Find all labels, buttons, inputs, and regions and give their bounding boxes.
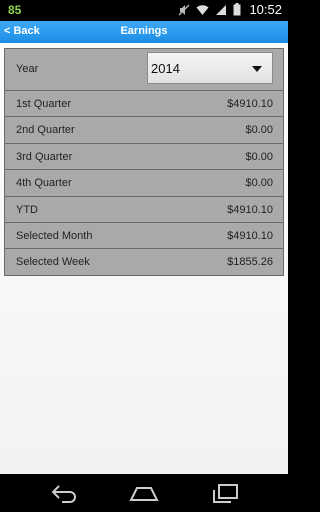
- earnings-content: Year 2014 1st Quarter $4910.10 2nd Quart…: [0, 43, 288, 474]
- row-label: YTD: [16, 203, 38, 216]
- row-value: $0.00: [245, 177, 273, 190]
- row-value: $4910.10: [227, 98, 273, 110]
- mute-icon: [178, 4, 190, 16]
- recents-icon[interactable]: [210, 483, 240, 508]
- year-row: Year 2014: [5, 49, 283, 91]
- row-label: 3rd Quarter: [16, 150, 73, 163]
- action-bar: < Back Earnings: [0, 21, 288, 43]
- earnings-table: Year 2014 1st Quarter $4910.10 2nd Quart…: [4, 48, 284, 276]
- row-value: $4910.10: [227, 203, 273, 216]
- status-bar: 85 10:52: [0, 0, 288, 21]
- signal-icon: [215, 4, 227, 16]
- year-label: Year: [16, 63, 39, 75]
- row-value: $4910.10: [227, 229, 273, 242]
- row-label: Selected Week: [16, 256, 90, 269]
- year-dropdown-value: 2014: [151, 61, 180, 76]
- table-row: YTD $4910.10: [5, 196, 283, 223]
- navigation-bar: [0, 474, 288, 512]
- table-row: 1st Quarter $4910.10: [5, 91, 283, 118]
- clock: 10:52: [249, 2, 282, 17]
- home-icon[interactable]: [128, 483, 160, 508]
- table-row: 2nd Quarter $0.00: [5, 117, 283, 144]
- battery-icon: [233, 3, 241, 16]
- dropdown-arrow-icon: [252, 66, 262, 72]
- table-row: 4th Quarter $0.00: [5, 170, 283, 197]
- row-label: Selected Month: [16, 229, 93, 242]
- row-value: $0.00: [245, 124, 273, 137]
- status-icons: 10:52: [178, 2, 282, 17]
- row-value: $0.00: [245, 150, 273, 163]
- year-dropdown[interactable]: 2014: [147, 52, 273, 84]
- back-button[interactable]: < Back: [4, 25, 40, 37]
- wifi-icon: [196, 4, 209, 16]
- row-label: 2nd Quarter: [16, 124, 75, 137]
- notification-count: 85: [8, 3, 22, 17]
- row-label: 4th Quarter: [16, 177, 72, 190]
- row-label: 1st Quarter: [16, 98, 72, 110]
- back-icon[interactable]: [50, 483, 78, 508]
- table-row: Selected Month $4910.10: [5, 222, 283, 250]
- page-title: Earnings: [120, 25, 168, 37]
- table-row: 3rd Quarter $0.00: [5, 143, 283, 171]
- table-row: Selected Week $1855.26: [5, 249, 283, 275]
- row-value: $1855.26: [227, 256, 273, 269]
